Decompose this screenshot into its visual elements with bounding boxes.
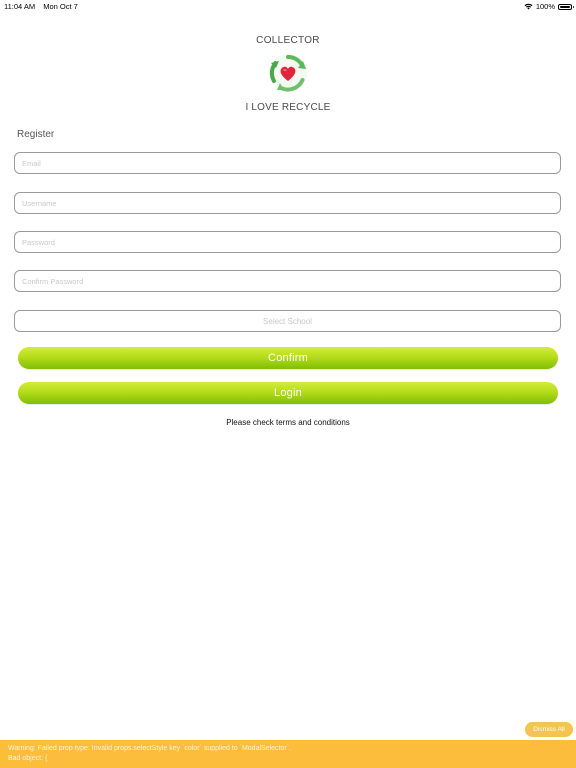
status-bar: 11:04 AM Mon Oct 7 100% [0, 0, 576, 12]
username-input[interactable] [15, 193, 560, 214]
login-button[interactable]: Login [18, 382, 558, 404]
status-time: 11:04 AM [4, 2, 36, 11]
register-title: Register [17, 129, 55, 140]
confirm-password-input[interactable] [15, 271, 560, 292]
tagline: I LOVE RECYCLE [245, 102, 331, 113]
confirm-password-field-wrapper [14, 270, 561, 292]
battery-percent: 100% [535, 2, 555, 11]
confirm-button[interactable]: Confirm [18, 347, 558, 369]
username-field-wrapper [14, 192, 561, 214]
recycle-heart-icon [269, 54, 307, 92]
school-selector-label: Select School [263, 316, 312, 326]
terms-notice: Please check terms and conditions [226, 418, 350, 427]
password-input[interactable] [15, 232, 560, 253]
status-right: 100% [524, 2, 574, 11]
warning-message: Warning: Failed prop type: Invalid props… [8, 745, 291, 752]
dismiss-all-button[interactable]: Dismiss All [525, 722, 573, 737]
status-left: 11:04 AM Mon Oct 7 [4, 2, 84, 11]
warning-banner[interactable]: Warning: Failed prop type: Invalid props… [0, 740, 576, 768]
email-field-wrapper [14, 152, 561, 174]
register-screen: 11:04 AM Mon Oct 7 100% COLLECTOR I LOVE… [0, 0, 576, 768]
password-field-wrapper [14, 231, 561, 253]
battery-level [560, 5, 570, 8]
status-date: Mon Oct 7 [43, 2, 78, 11]
wifi-icon [524, 3, 533, 10]
email-input[interactable] [15, 153, 560, 174]
app-title: COLLECTOR [256, 35, 320, 46]
battery-icon [558, 3, 574, 10]
warning-detail: Bad object: { [8, 755, 48, 762]
school-selector[interactable]: Select School [14, 310, 561, 332]
